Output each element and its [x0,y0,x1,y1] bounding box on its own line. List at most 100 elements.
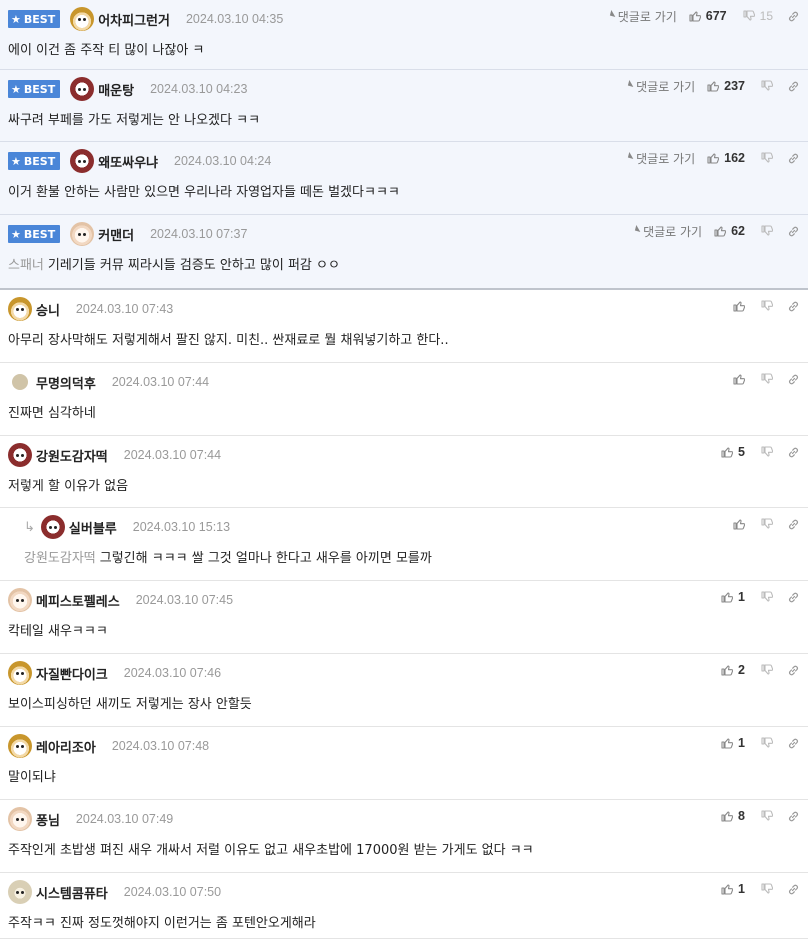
avatar[interactable] [8,588,32,612]
thumbs-down-icon [761,737,774,749]
downvote-button[interactable] [761,225,774,237]
downvote-button[interactable] [761,152,774,164]
avatar[interactable] [8,734,32,758]
go-to-comment-link[interactable]: 댓글로 가기 [622,78,695,95]
thumbs-down-icon [761,883,774,895]
avatar[interactable] [12,374,28,390]
nickname[interactable]: 퐁님 [36,810,60,829]
upvote-button[interactable]: 8 [721,809,745,823]
avatar[interactable] [8,661,32,685]
downvote-button[interactable] [761,446,774,458]
best-badge: ★ BEST [8,225,61,243]
nickname[interactable]: 실버블루 [69,518,117,537]
avatar[interactable] [70,7,95,31]
link-icon[interactable] [787,80,800,93]
downvote-button[interactable] [761,373,774,385]
avatar[interactable] [8,880,32,904]
nickname[interactable]: 무명의덕후 [36,373,96,392]
upvote-button[interactable]: 1 [721,590,745,604]
comment-text: 싸구려 부페를 가도 저렇게는 안 나오겠다 ㅋㅋ [8,113,261,128]
upvote-count: 237 [724,79,745,93]
upvote-button[interactable]: 2 [721,663,745,677]
upvote-button[interactable]: 677 [689,9,727,23]
downvote-button[interactable] [761,80,774,92]
avatar[interactable] [8,443,32,467]
upvote-button[interactable] [733,373,746,385]
upvote-button[interactable]: 237 [707,79,745,93]
avatar[interactable] [8,297,32,321]
downvote-button[interactable] [761,300,774,312]
go-to-comment-label: 댓글로 가기 [636,79,696,94]
mention-link[interactable]: 강원도감자떡 [24,551,96,566]
link-icon[interactable] [787,10,800,23]
comment-item: 메피스토펠레스 2024.03.10 07:45 칵테일 새우ㅋㅋㅋ 1 [0,581,808,654]
mention-link[interactable]: 스패너 [8,258,44,273]
nickname[interactable]: 레아리조아 [36,737,96,756]
downvote-button[interactable] [761,664,774,676]
comment-date: 2024.03.10 07:45 [135,593,234,607]
best-label: BEST [23,12,56,26]
go-to-comment-link[interactable]: 댓글로 가기 [604,8,677,25]
star-icon: ★ [11,12,21,26]
nickname[interactable]: 강원도감자떡 [36,446,108,465]
nickname[interactable]: 왜또싸우냐 [98,152,158,171]
nickname[interactable]: 매운탕 [98,80,134,99]
avatar[interactable] [8,807,32,831]
comment-actions: 댓글로 가기 677 15 [604,8,800,24]
link-icon[interactable] [787,591,800,604]
thumbs-down-icon [761,80,774,92]
nickname[interactable]: 승니 [36,300,60,319]
nickname[interactable]: 메피스토펠레스 [36,591,120,610]
link-icon[interactable] [787,810,800,823]
comment-text: 기레기들 커뮤 찌라시들 검증도 안하고 많이 퍼감 ㅇㅇ [47,258,340,273]
thumbs-down-icon [743,10,755,22]
go-to-comment-link[interactable]: 댓글로 가기 [629,223,702,240]
link-icon[interactable] [787,152,800,165]
downvote-button[interactable] [761,883,774,895]
best-label: BEST [23,154,56,168]
upvote-count: 5 [738,445,745,459]
comment-date: 2024.03.10 07:46 [123,666,222,680]
link-icon[interactable] [787,664,800,677]
link-icon[interactable] [787,373,800,386]
link-icon[interactable] [787,518,800,531]
avatar[interactable] [70,222,95,246]
downvote-button[interactable]: 15 [743,9,773,23]
upvote-button[interactable]: 62 [714,224,745,238]
link-icon[interactable] [787,883,800,896]
upvote-button[interactable]: 162 [707,151,745,165]
link-icon[interactable] [787,225,800,238]
nickname[interactable]: 자질빤다이크 [36,664,108,683]
comment-date: 2024.03.10 07:43 [75,302,174,316]
upvote-button[interactable] [733,300,746,312]
avatar[interactable] [70,77,95,101]
comment-actions: 1 [721,881,800,897]
nickname[interactable]: 시스템콤퓨타 [36,883,108,902]
upvote-button[interactable]: 5 [721,445,745,459]
avatar[interactable] [40,515,65,539]
thumbs-up-icon [721,446,734,458]
comment-header: 무명의덕후 2024.03.10 07:44 [8,371,209,393]
nickname[interactable]: 어차피그런거 [98,10,170,29]
upvote-button[interactable]: 1 [721,736,745,750]
comment-header: 시스템콤퓨타 2024.03.10 07:50 [8,880,221,904]
upvote-button[interactable]: 1 [721,882,745,896]
nickname[interactable]: 커맨더 [98,225,134,244]
thumbs-down-icon [761,591,774,603]
downvote-button[interactable] [761,810,774,822]
comment-body: 보이스피싱하던 새끼도 저렇게는 장사 안할듯 [8,693,252,712]
avatar[interactable] [70,149,95,173]
downvote-button[interactable] [761,591,774,603]
link-icon[interactable] [787,300,800,313]
star-icon: ★ [11,154,21,168]
thumbs-down-icon [761,152,774,164]
comment-actions: 댓글로 가기 237 [622,78,800,94]
downvote-button[interactable] [761,518,774,530]
thumbs-up-icon [733,373,746,385]
link-icon[interactable] [787,737,800,750]
downvote-button[interactable] [761,737,774,749]
thumbs-down-icon [761,446,774,458]
upvote-button[interactable] [733,518,746,530]
go-to-comment-link[interactable]: 댓글로 가기 [622,150,695,167]
link-icon[interactable] [787,446,800,459]
